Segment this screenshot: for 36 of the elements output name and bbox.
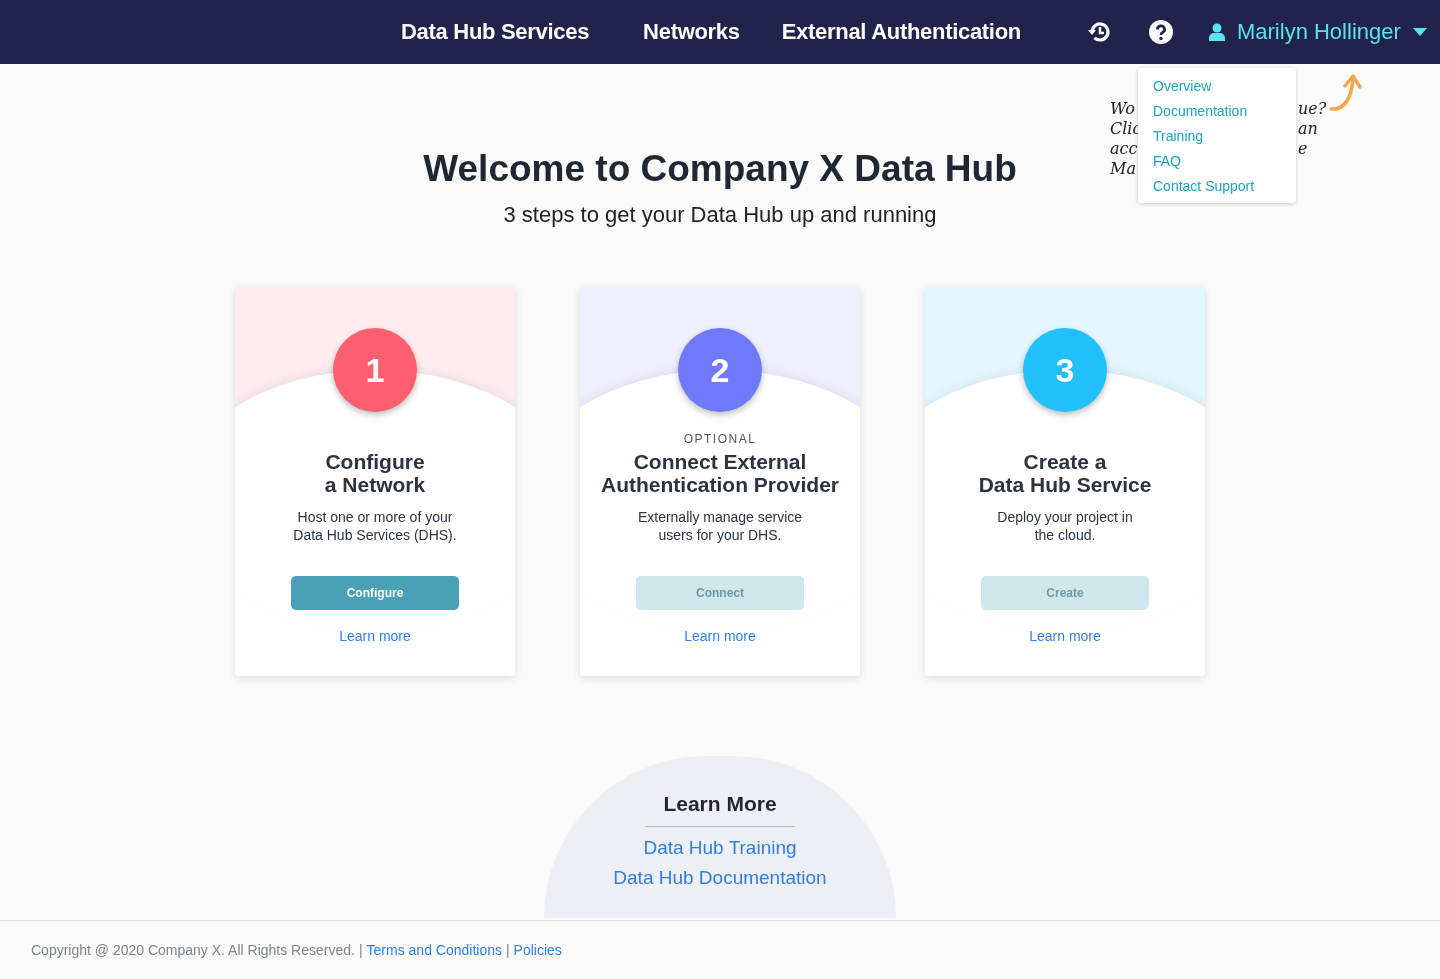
nav-link[interactable]: Data Hub Services <box>401 19 590 45</box>
menu-item[interactable]: Contact Support <box>1138 174 1296 199</box>
step-number: 2 <box>678 328 762 412</box>
step-title: Configure a Network <box>324 450 426 496</box>
history-icon[interactable] <box>1086 19 1113 45</box>
user-icon <box>1208 23 1225 41</box>
step-action-button[interactable]: Configure <box>291 576 459 610</box>
nav-link[interactable]: Networks <box>643 19 740 45</box>
copyright-text: Copyright @ 2020 Company X. All Rights Reserved. <box>31 942 355 958</box>
caret-icon <box>1412 28 1427 36</box>
step-number: 3 <box>1023 328 1107 412</box>
step-number: 1 <box>333 328 417 412</box>
resource-link[interactable]: Data Hub Training <box>643 837 797 859</box>
nav-link[interactable]: External Authentication <box>781 19 1021 45</box>
menu-item[interactable]: FAQ <box>1138 149 1296 174</box>
menu-item[interactable]: Documentation <box>1138 99 1296 124</box>
separator: | <box>358 942 363 958</box>
step-description: Externally manage service users for your DHS. <box>637 508 803 544</box>
step-title: Connect External Authentication Provider <box>601 450 839 496</box>
user-menu-button[interactable]: Marilyn Hollinger <box>1208 19 1427 45</box>
footer-link[interactable]: Policies <box>513 942 562 958</box>
menu-item[interactable]: Training <box>1138 124 1296 149</box>
optional-label: OPTIONAL <box>683 432 757 446</box>
help-icon[interactable] <box>1148 20 1173 44</box>
resource-link[interactable]: Data Hub Documentation <box>613 867 827 889</box>
separator: | <box>505 942 510 958</box>
page-subtitle: 3 steps to get your Data Hub up and running <box>503 202 937 228</box>
learn-more-link[interactable]: Learn more <box>339 628 411 644</box>
step-description: Host one or more of your Data Hub Services (DHS). <box>293 508 457 544</box>
step-title: Create a Data Hub Service <box>978 450 1152 496</box>
menu-item[interactable]: Overview <box>1138 74 1296 99</box>
footer-link[interactable]: Terms and Conditions <box>366 942 502 958</box>
handwritten-note: ue? an e <box>1298 99 1327 159</box>
learn-more-heading: Learn More <box>645 792 795 827</box>
page-title: Welcome to Company X Data Hub <box>423 148 1017 190</box>
step-description: Deploy your project in the cloud. <box>997 508 1133 544</box>
